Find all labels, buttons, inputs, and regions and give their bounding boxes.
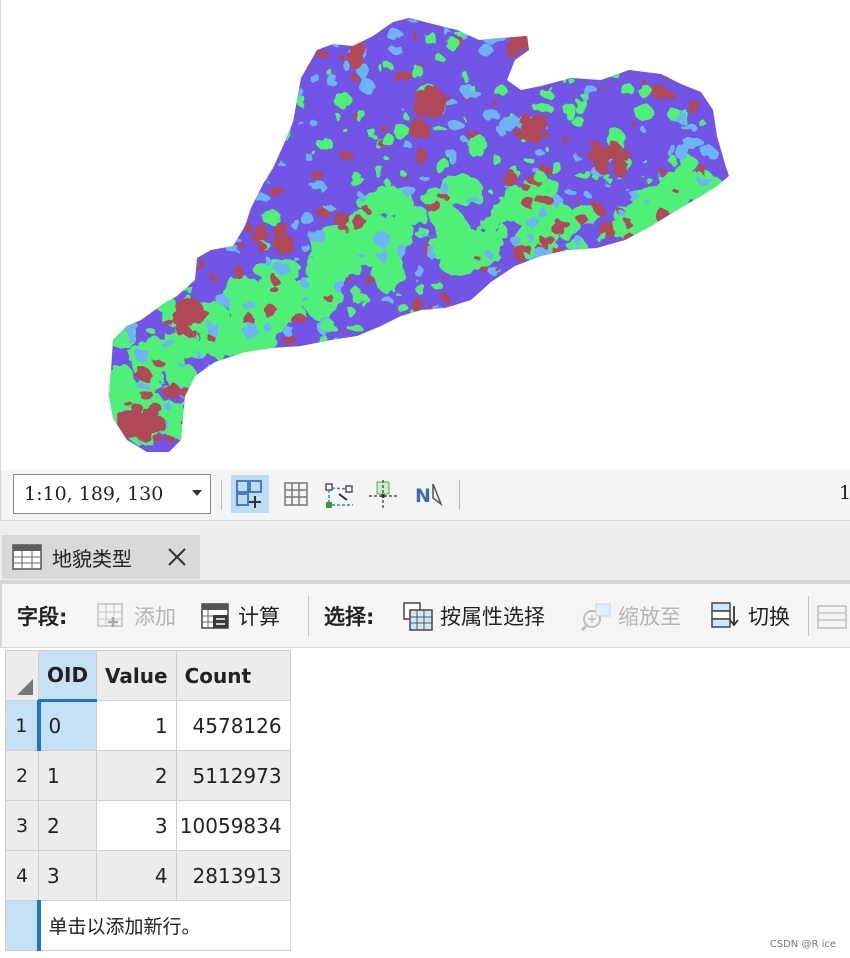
map-status-toolbar: 1:10, 189, 130 N 1	[0, 470, 850, 520]
constraints-icon	[369, 480, 399, 508]
table-icon	[12, 544, 42, 570]
select-all-corner[interactable]	[5, 650, 39, 701]
cell-count[interactable]: 10059834	[175, 800, 291, 851]
toolbar-clipped-text: 1	[839, 482, 850, 504]
attribute-table: OID Value Count 1 0 1 4578126 2 1 2 5112…	[0, 648, 850, 958]
chevron-down-icon[interactable]	[192, 490, 202, 496]
table-row[interactable]: 3 2 3 10059834	[5, 800, 291, 851]
toolbar-divider	[308, 596, 309, 636]
map-view[interactable]	[0, 0, 850, 470]
attribute-table-toolbar: 字段: 添加 计算 选择: 按属性选择 缩放至 切换	[0, 580, 850, 648]
cell-oid[interactable]: 2	[37, 800, 98, 851]
add-field-icon	[97, 603, 123, 627]
row-number[interactable]: 4	[5, 850, 39, 901]
field-label: 字段:	[17, 605, 68, 629]
correction-button[interactable]	[321, 475, 359, 513]
add-field-button[interactable]: 添加	[96, 596, 176, 636]
svg-text:N: N	[415, 485, 431, 507]
row-number[interactable]: 3	[5, 800, 39, 851]
toolbar-divider	[808, 596, 809, 636]
attribute-grid: OID Value Count 1 0 1 4578126 2 1 2 5112…	[5, 650, 291, 951]
select-by-attributes-icon	[403, 602, 433, 631]
switch-selection-icon	[711, 602, 739, 628]
table-row[interactable]: 2 1 2 5112973	[5, 750, 291, 801]
table-row[interactable]: 1 0 1 4578126	[5, 700, 291, 751]
selection-label: 选择:	[324, 605, 375, 629]
scale-select[interactable]: 1:10, 189, 130	[13, 474, 211, 514]
watermark: CSDN @R ice	[769, 939, 836, 950]
tab-label: 地貌类型	[52, 546, 132, 571]
row-number[interactable]: 1	[5, 700, 41, 751]
north-arrow-button[interactable]: N	[409, 475, 447, 513]
scale-value: 1:10, 189, 130	[24, 483, 164, 505]
grid-button[interactable]	[277, 475, 315, 513]
cell-oid[interactable]: 0	[37, 700, 98, 751]
column-header-count[interactable]: Count	[175, 650, 291, 701]
snapping-icon	[236, 480, 262, 508]
view-tab-strip: 地貌类型	[0, 520, 850, 580]
calculate-field-button[interactable]: 计算	[200, 596, 280, 636]
select-all-icon	[17, 679, 33, 695]
north-arrow-icon: N	[415, 483, 443, 507]
add-row[interactable]: 单击以添加新行。	[5, 900, 291, 951]
close-icon[interactable]	[166, 546, 188, 568]
cell-value[interactable]: 4	[96, 850, 177, 901]
cell-count[interactable]: 5112973	[175, 750, 291, 801]
constraints-button[interactable]	[365, 475, 403, 513]
cell-value[interactable]: 2	[96, 750, 177, 801]
clear-selection-icon	[817, 605, 847, 629]
column-header-oid[interactable]: OID	[37, 650, 98, 702]
add-row-marker	[5, 900, 41, 951]
landform-map[interactable]	[1, 0, 850, 470]
map-raster	[109, 18, 729, 452]
cell-oid[interactable]: 3	[37, 850, 98, 901]
snapping-button[interactable]	[231, 475, 269, 513]
table-header-row: OID Value Count	[5, 650, 291, 702]
calculate-icon	[201, 603, 229, 629]
cell-count[interactable]: 2813913	[175, 850, 291, 901]
zoom-to-button[interactable]: 缩放至	[580, 596, 681, 636]
cell-oid[interactable]: 1	[37, 750, 98, 801]
cell-count[interactable]: 4578126	[175, 700, 291, 751]
clear-selection-button[interactable]	[816, 596, 850, 636]
zoom-to-icon	[580, 603, 611, 632]
cell-value[interactable]: 3	[96, 800, 177, 851]
toolbar-divider	[221, 480, 222, 510]
table-row[interactable]: 4 3 4 2813913	[5, 850, 291, 901]
cell-value[interactable]: 1	[96, 700, 177, 751]
tab-landform-type[interactable]: 地貌类型	[2, 535, 200, 579]
add-row-hint[interactable]: 单击以添加新行。	[38, 900, 291, 951]
grid-icon	[284, 482, 308, 506]
correction-icon	[325, 483, 353, 508]
row-number[interactable]: 2	[5, 750, 39, 801]
select-by-attributes-button[interactable]: 按属性选择	[402, 596, 545, 636]
toolbar-divider	[459, 480, 460, 510]
switch-selection-button[interactable]: 切换	[710, 596, 790, 636]
column-header-value[interactable]: Value	[96, 650, 177, 701]
